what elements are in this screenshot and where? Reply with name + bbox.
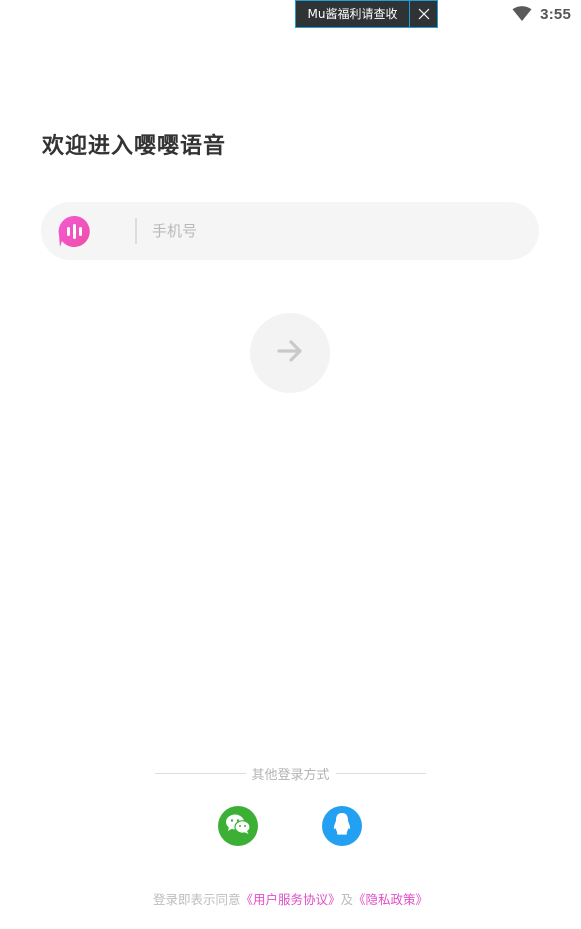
- next-button[interactable]: [250, 313, 330, 393]
- agreement-prefix: 登录即表示同意: [152, 892, 241, 907]
- phone-input-row[interactable]: [41, 202, 539, 260]
- arrow-right-icon: [277, 340, 303, 366]
- input-divider: [135, 218, 137, 244]
- status-time: 3:55: [540, 5, 571, 23]
- agreement-text: 登录即表示同意《用户服务协议》及《隐私政策》: [0, 889, 581, 908]
- wifi-icon: [512, 6, 532, 22]
- close-icon[interactable]: [409, 1, 437, 27]
- divider-line-right: [335, 772, 427, 774]
- status-bar: 3:55: [512, 0, 581, 28]
- other-login-divider: 其他登录方式: [155, 763, 427, 783]
- promo-toast[interactable]: Mu酱福利请查收: [295, 0, 438, 28]
- divider-line-left: [155, 772, 246, 774]
- agreement-conjunction: 及: [340, 892, 354, 907]
- page-title: 欢迎进入嘤嘤语音: [42, 134, 227, 159]
- other-login-label: 其他登录方式: [251, 767, 330, 783]
- user-agreement-link[interactable]: 《用户服务协议》: [240, 892, 340, 907]
- wechat-login-button[interactable]: [218, 806, 258, 846]
- privacy-policy-link[interactable]: 《隐私政策》: [353, 892, 428, 907]
- wechat-icon: [225, 813, 251, 839]
- qq-icon: [332, 812, 352, 840]
- login-screen: 3:55 Mu酱福利请查收 欢迎进入嘤嘤语音 手机号 其他登录方式 登录即表示同…: [0, 0, 581, 929]
- promo-label[interactable]: Mu酱福利请查收: [296, 1, 409, 27]
- qq-login-button[interactable]: [322, 806, 362, 846]
- phone-number-input[interactable]: [152, 216, 512, 246]
- app-logo-icon: [58, 215, 91, 248]
